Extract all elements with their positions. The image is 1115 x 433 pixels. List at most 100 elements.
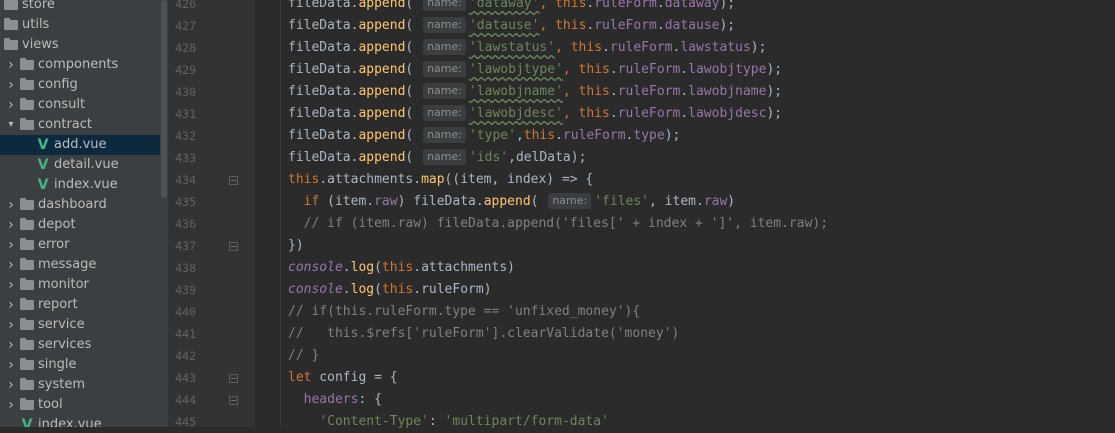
- code-line[interactable]: fileData.append( name:'lawstatus', this.…: [288, 37, 766, 59]
- chevron-right-icon[interactable]: ›: [6, 395, 16, 415]
- scrollbar-thumb[interactable]: [161, 0, 167, 198]
- vue-file-icon: V: [37, 157, 49, 173]
- folder-icon: [20, 378, 34, 390]
- tree-item-label: service: [38, 317, 85, 332]
- code-line[interactable]: this.attachments.map((item, index) => {: [288, 169, 593, 191]
- chevron-right-icon[interactable]: ›: [6, 355, 16, 375]
- tree-item-label: system: [38, 377, 85, 392]
- code-line[interactable]: // if (item.raw) fileData.append('files[…: [288, 213, 828, 235]
- tree-item-label: tool: [38, 397, 63, 412]
- fold-marker-icon[interactable]: [229, 396, 238, 405]
- code-line[interactable]: headers: {: [288, 389, 382, 411]
- param-name-hint: name:: [423, 105, 466, 121]
- line-number: 426: [175, 0, 196, 11]
- chevron-right-icon[interactable]: ›: [6, 195, 16, 215]
- chevron-right-icon[interactable]: ›: [6, 295, 16, 315]
- line-number: 427: [175, 19, 196, 33]
- code-line[interactable]: // if(this.ruleForm.type == 'unfixed_mon…: [288, 301, 640, 323]
- tree-item-label: consult: [38, 97, 86, 112]
- tree-item-label: message: [38, 257, 97, 272]
- tree-file[interactable]: Vadd.vue: [0, 135, 168, 155]
- line-number: 439: [175, 283, 196, 297]
- code-line[interactable]: fileData.append( name:'datause', this.ru…: [288, 15, 735, 37]
- tree-item-label: monitor: [38, 277, 89, 292]
- code-line[interactable]: // }: [288, 345, 319, 367]
- code-line[interactable]: console.log(this.attachments): [288, 257, 515, 279]
- vue-file-icon: V: [37, 177, 49, 193]
- param-name-hint: name:: [423, 17, 466, 33]
- code-line[interactable]: if (item.raw) fileData.append( name:'fil…: [288, 191, 735, 213]
- project-tree-scrollbar[interactable]: [160, 0, 168, 427]
- tree-file[interactable]: Vindex.vue: [0, 415, 168, 427]
- tree-folder[interactable]: › tool: [0, 395, 168, 415]
- folder-icon: [20, 218, 34, 230]
- tree-item-label: dashboard: [38, 197, 107, 212]
- tree-folder[interactable]: › single: [0, 355, 168, 375]
- chevron-right-icon[interactable]: ›: [6, 315, 16, 335]
- tree-folder[interactable]: › config: [0, 75, 168, 95]
- tree-folder[interactable]: views: [0, 35, 168, 55]
- code-line[interactable]: fileData.append( name:'lawobjname', this…: [288, 81, 782, 103]
- chevron-right-icon[interactable]: ›: [6, 275, 16, 295]
- code-line[interactable]: fileData.append( name:'lawobjdesc', this…: [288, 103, 782, 125]
- line-number: 438: [175, 261, 196, 275]
- chevron-right-icon[interactable]: ›: [6, 95, 16, 115]
- chevron-right-icon[interactable]: ›: [6, 335, 16, 355]
- code-line[interactable]: }): [288, 235, 304, 257]
- chevron-down-icon[interactable]: ▾: [6, 115, 16, 135]
- line-number: 442: [175, 349, 196, 363]
- tree-folder[interactable]: › services: [0, 335, 168, 355]
- tree-item-label: utils: [22, 17, 50, 32]
- tree-item-label: views: [22, 37, 59, 52]
- folder-icon: [20, 238, 34, 250]
- tree-folder[interactable]: › depot: [0, 215, 168, 235]
- tree-folder[interactable]: › monitor: [0, 275, 168, 295]
- tree-item-label: detail.vue: [54, 157, 119, 172]
- tree-file[interactable]: Vindex.vue: [0, 175, 168, 195]
- folder-icon: [4, 18, 18, 30]
- chevron-right-icon[interactable]: ›: [6, 215, 16, 235]
- line-number: 429: [175, 63, 196, 77]
- folder-icon: [20, 398, 34, 410]
- folder-icon: [20, 58, 34, 70]
- fold-marker-icon[interactable]: [229, 176, 238, 185]
- code-line[interactable]: // this.$refs['ruleForm'].clearValidate(…: [288, 323, 679, 345]
- code-line[interactable]: let config = {: [288, 367, 398, 389]
- tree-file[interactable]: Vdetail.vue: [0, 155, 168, 175]
- tree-folder[interactable]: utils: [0, 15, 168, 35]
- param-name-hint: name:: [548, 193, 592, 209]
- code-line[interactable]: console.log(this.ruleForm): [288, 279, 492, 301]
- line-number: 432: [175, 129, 196, 143]
- fold-marker-icon[interactable]: [229, 374, 238, 383]
- tree-folder[interactable]: store: [0, 0, 168, 15]
- chevron-right-icon[interactable]: ›: [6, 55, 16, 75]
- tree-folder[interactable]: › components: [0, 55, 168, 75]
- code-line[interactable]: fileData.append( name:'lawobjtype', this…: [288, 59, 782, 81]
- chevron-right-icon[interactable]: ›: [6, 235, 16, 255]
- fold-marker-icon[interactable]: [229, 242, 238, 251]
- code-line[interactable]: fileData.append( name:'type',this.ruleFo…: [288, 125, 680, 147]
- line-number: 428: [175, 41, 196, 55]
- code-line[interactable]: fileData.append( name:'ids',delData);: [288, 147, 586, 169]
- indent-guide: [280, 0, 281, 427]
- chevron-right-icon[interactable]: ›: [6, 375, 16, 395]
- tree-folder[interactable]: › message: [0, 255, 168, 275]
- tree-folder[interactable]: › consult: [0, 95, 168, 115]
- code-line[interactable]: 'Content-Type': 'multipart/form-data': [288, 411, 609, 433]
- tree-folder[interactable]: › error: [0, 235, 168, 255]
- folder-icon: [20, 258, 34, 270]
- tree-folder[interactable]: ▾ contract: [0, 115, 168, 135]
- chevron-right-icon[interactable]: ›: [6, 75, 16, 95]
- tree-item-label: depot: [38, 217, 76, 232]
- chevron-right-icon[interactable]: ›: [6, 255, 16, 275]
- line-number: 434: [175, 173, 196, 187]
- folder-icon: [20, 298, 34, 310]
- tree-item-label: index.vue: [54, 177, 118, 192]
- code-line[interactable]: fileData.append( name:'dataway', this.ru…: [288, 0, 735, 15]
- tree-folder[interactable]: › report: [0, 295, 168, 315]
- tree-folder[interactable]: › system: [0, 375, 168, 395]
- param-name-hint: name:: [423, 0, 466, 11]
- tree-folder[interactable]: › service: [0, 315, 168, 335]
- folder-icon: [20, 358, 34, 370]
- tree-folder[interactable]: › dashboard: [0, 195, 168, 215]
